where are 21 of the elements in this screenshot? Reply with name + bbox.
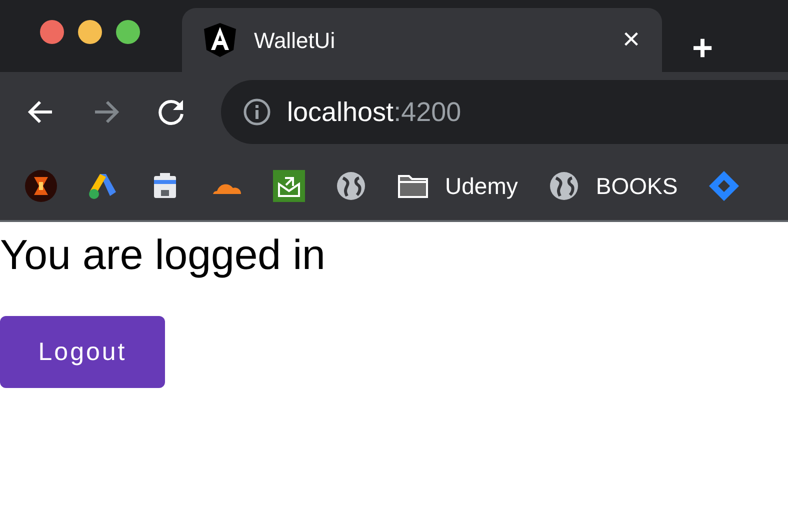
close-window-control[interactable] bbox=[40, 20, 64, 44]
close-tab-button[interactable]: × bbox=[622, 25, 640, 55]
bookmark-diamond-logo-icon[interactable] bbox=[708, 170, 740, 202]
bookmark-envelope-icon[interactable] bbox=[273, 170, 305, 202]
status-message: You are logged in bbox=[0, 230, 326, 280]
info-icon bbox=[243, 98, 271, 126]
bookmark-hourglass-icon[interactable] bbox=[25, 170, 57, 202]
tab-title: WalletUi bbox=[254, 26, 336, 54]
shield-logo-icon bbox=[204, 23, 236, 57]
browser-tab[interactable]: WalletUi × bbox=[182, 8, 662, 72]
reload-button[interactable] bbox=[156, 97, 186, 127]
minimize-window-control[interactable] bbox=[78, 20, 102, 44]
maximize-window-control[interactable] bbox=[116, 20, 140, 44]
address-bar[interactable]: localhost:4200 bbox=[221, 80, 788, 144]
address-url: localhost:4200 bbox=[287, 96, 462, 129]
bookmark-item[interactable]: BOOKS bbox=[548, 168, 678, 204]
logout-button[interactable]: Logout bbox=[0, 316, 165, 388]
new-tab-button[interactable]: + bbox=[692, 30, 714, 66]
bookmark-globe-icon[interactable] bbox=[335, 170, 367, 202]
globe-icon bbox=[548, 170, 580, 202]
bookmark-item[interactable]: Udemy bbox=[397, 168, 518, 204]
